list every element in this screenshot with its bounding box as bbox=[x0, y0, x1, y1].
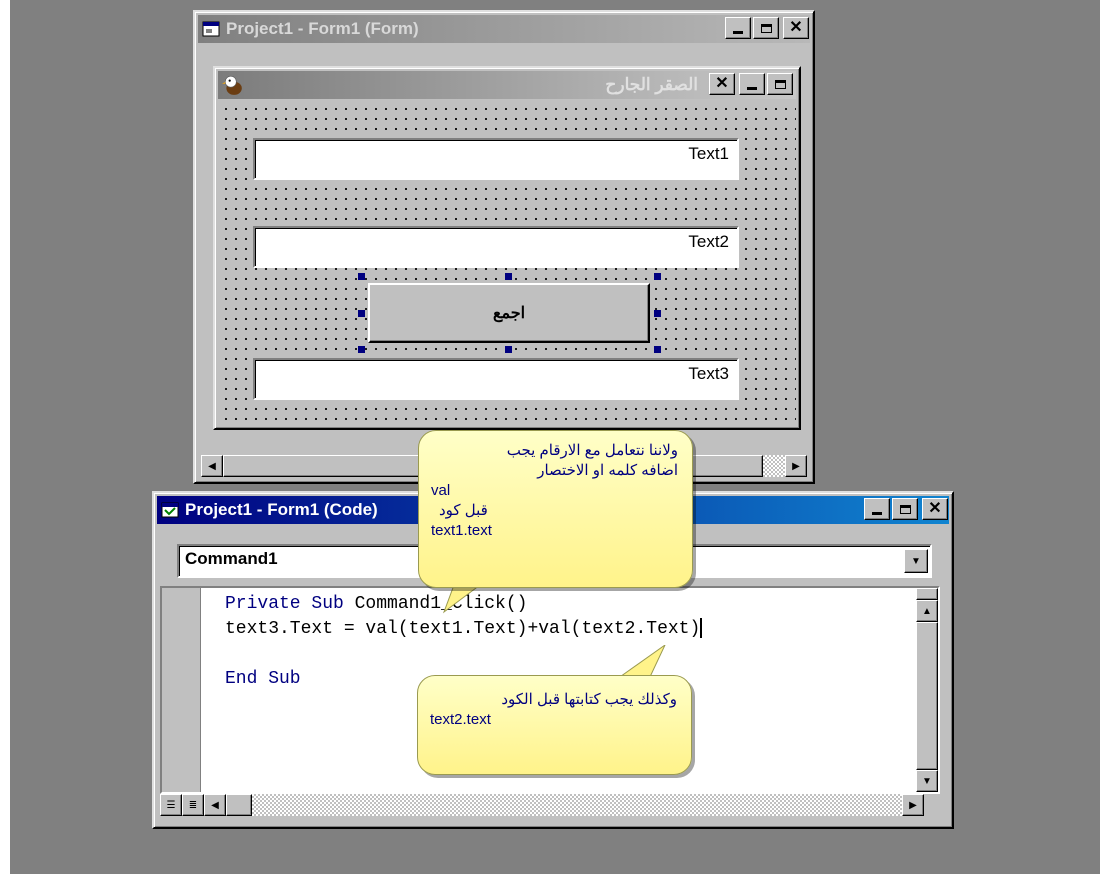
code-line-2[interactable]: text3.Text = val(text1.Text)+val(text2.T… bbox=[225, 617, 703, 642]
vscroll-body bbox=[916, 622, 938, 770]
maximize-icon bbox=[774, 79, 786, 89]
inner-form-caption: الصقر الجارح bbox=[605, 75, 698, 94]
inner-minimize-button[interactable] bbox=[739, 73, 765, 95]
form-designer-window[interactable]: Project1 - Form1 (Form) ✕ الصقر الجارح ✕… bbox=[193, 10, 815, 484]
selection-handle[interactable] bbox=[358, 310, 365, 317]
close-button[interactable]: ✕ bbox=[922, 498, 948, 520]
mdi-workspace: Project1 - Form1 (Form) ✕ الصقر الجارح ✕… bbox=[10, 0, 1100, 874]
text2-textbox[interactable]: Text2 bbox=[253, 226, 739, 268]
maximize-icon bbox=[899, 504, 911, 514]
inner-maximize-button[interactable] bbox=[767, 73, 793, 95]
callout-val-text2: وكذلك يجب كتابتها قبل الكود text2.text bbox=[417, 645, 692, 777]
minimize-button[interactable] bbox=[864, 498, 890, 520]
selection-handle[interactable] bbox=[654, 310, 661, 317]
minimize-button[interactable] bbox=[725, 17, 751, 39]
minimize-icon bbox=[872, 512, 882, 515]
code-window-title: Project1 - Form1 (Code) bbox=[185, 500, 378, 519]
form-designer-titlebar[interactable]: Project1 - Form1 (Form) bbox=[198, 15, 810, 43]
selection-handle[interactable] bbox=[505, 346, 512, 353]
close-button[interactable]: ✕ bbox=[783, 17, 809, 39]
form-designer-title: Project1 - Form1 (Form) bbox=[226, 19, 419, 38]
text1-textbox[interactable]: Text1 bbox=[253, 138, 739, 180]
full-module-view-icon: ≣ bbox=[188, 799, 198, 811]
close-icon: ✕ bbox=[789, 19, 803, 36]
inner-form[interactable]: الصقر الجارح ✕ Text1 Text2 اجمع Text3 bbox=[213, 66, 801, 430]
form-grid[interactable]: Text1 Text2 اجمع Text3 bbox=[218, 101, 796, 425]
scroll-right-button[interactable]: ▶ bbox=[902, 794, 924, 816]
scroll-arrow-icon: ◀ bbox=[208, 460, 216, 472]
hscroll-thumb[interactable] bbox=[226, 794, 252, 816]
scroll-right-button[interactable]: ▶ bbox=[785, 455, 807, 477]
selection-handle[interactable] bbox=[654, 346, 661, 353]
scroll-arrow-icon: ▼ bbox=[922, 775, 932, 787]
scroll-arrow-icon: ▶ bbox=[792, 460, 800, 472]
dropdown-arrow-icon: ▼ bbox=[911, 555, 921, 567]
minimize-icon bbox=[733, 31, 743, 34]
selection-handle[interactable] bbox=[358, 273, 365, 280]
scroll-up-button[interactable]: ▲ bbox=[916, 600, 938, 622]
form-icon bbox=[202, 21, 220, 37]
text3-textbox[interactable]: Text3 bbox=[253, 358, 739, 400]
scroll-arrow-icon: ◀ bbox=[211, 799, 219, 811]
scroll-left-button[interactable]: ◀ bbox=[201, 455, 223, 477]
scroll-down-button[interactable]: ▼ bbox=[916, 770, 938, 792]
maximize-button[interactable] bbox=[892, 498, 918, 520]
object-combobox-value: Command1 bbox=[185, 549, 278, 568]
callout-val-text1: ولاننا نتعامل مع الارقام يجب اضافه كلمه … bbox=[418, 430, 693, 620]
procedure-view-button[interactable]: ☰ bbox=[160, 794, 182, 816]
code-line-4[interactable]: End Sub bbox=[225, 667, 301, 692]
selection-handle[interactable] bbox=[358, 346, 365, 353]
inner-close-button[interactable]: ✕ bbox=[709, 73, 735, 95]
code-vscrollbar[interactable]: ▲ ▼ bbox=[916, 588, 938, 792]
full-module-view-button[interactable]: ≣ bbox=[182, 794, 204, 816]
scroll-arrow-icon: ▲ bbox=[922, 605, 932, 617]
callout-body: وكذلك يجب كتابتها قبل الكود text2.text bbox=[417, 675, 692, 775]
maximize-icon bbox=[760, 23, 772, 33]
command1-button[interactable]: اجمع bbox=[368, 283, 650, 343]
code-bottom-bar: ☰ ≣ ◀ ▶ bbox=[160, 794, 946, 816]
selection-handle[interactable] bbox=[654, 273, 661, 280]
eagle-icon bbox=[222, 75, 242, 95]
minimize-icon bbox=[747, 87, 757, 90]
maximize-button[interactable] bbox=[753, 17, 779, 39]
dropdown-button[interactable]: ▼ bbox=[904, 549, 928, 573]
close-icon: ✕ bbox=[715, 75, 729, 92]
callout-body: ولاننا نتعامل مع الارقام يجب اضافه كلمه … bbox=[418, 430, 693, 588]
selection-handle[interactable] bbox=[505, 273, 512, 280]
text-cursor bbox=[700, 618, 703, 639]
code-module-icon bbox=[161, 502, 179, 518]
scroll-left-button[interactable]: ◀ bbox=[204, 794, 226, 816]
size-grip[interactable] bbox=[924, 794, 946, 816]
scroll-arrow-icon: ▶ bbox=[909, 799, 917, 811]
code-margin bbox=[162, 588, 201, 792]
procedure-view-icon: ☰ bbox=[166, 799, 176, 811]
vscroll-thumb[interactable] bbox=[916, 588, 938, 600]
close-icon: ✕ bbox=[928, 500, 942, 517]
